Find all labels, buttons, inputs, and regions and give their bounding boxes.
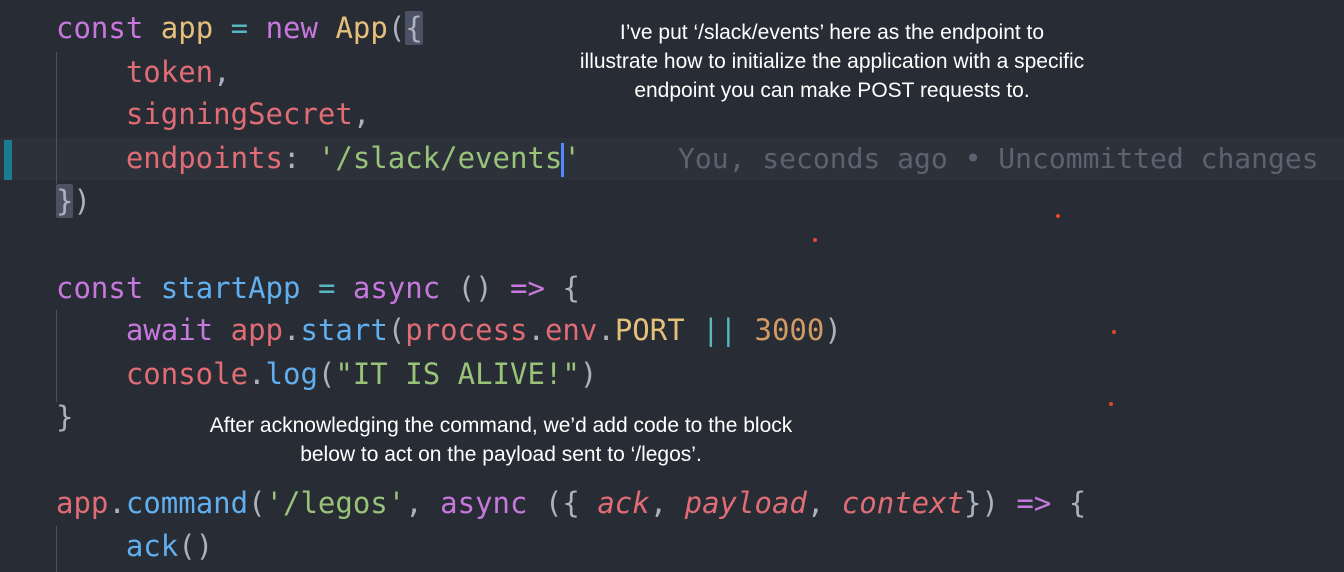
code-line-4[interactable]: endpoints: '/slack/events' [56, 138, 581, 178]
red-dot-mark [1112, 330, 1116, 334]
code-line-2[interactable]: token, [56, 52, 231, 92]
code-line-8[interactable]: await app.start(process.env.PORT || 3000… [56, 310, 842, 350]
code-line-7[interactable]: const startApp = async () => { [56, 268, 580, 308]
code-line-5[interactable]: }) [56, 181, 91, 221]
code-line-13[interactable]: ack() [56, 526, 213, 566]
code-line-12[interactable]: app.command('/legos', async ({ ack, payl… [56, 483, 1086, 523]
git-blame-annotation: You, seconds ago • Uncommitted changes [678, 142, 1319, 175]
annotation-endpoint-note: I’ve put ‘/slack/events’ here as the end… [579, 21, 1085, 102]
code-line-9[interactable]: console.log("IT IS ALIVE!") [56, 354, 597, 394]
matched-bracket: } [56, 184, 74, 218]
matched-bracket: { [405, 11, 423, 45]
code-editor[interactable]: const app = new App({ token, signingSecr… [0, 0, 1344, 572]
code-line-10[interactable]: } [56, 397, 73, 437]
gutter-modified-marker [4, 140, 12, 180]
code-line-1[interactable]: const app = new App({ [56, 8, 423, 48]
code-line-3[interactable]: signingSecret, [56, 94, 370, 134]
annotation-command-note: After acknowledging the command, we’d ad… [209, 414, 793, 466]
red-dot-mark [813, 238, 817, 242]
red-dot-mark [1109, 402, 1113, 406]
red-dot-mark [1056, 214, 1060, 218]
